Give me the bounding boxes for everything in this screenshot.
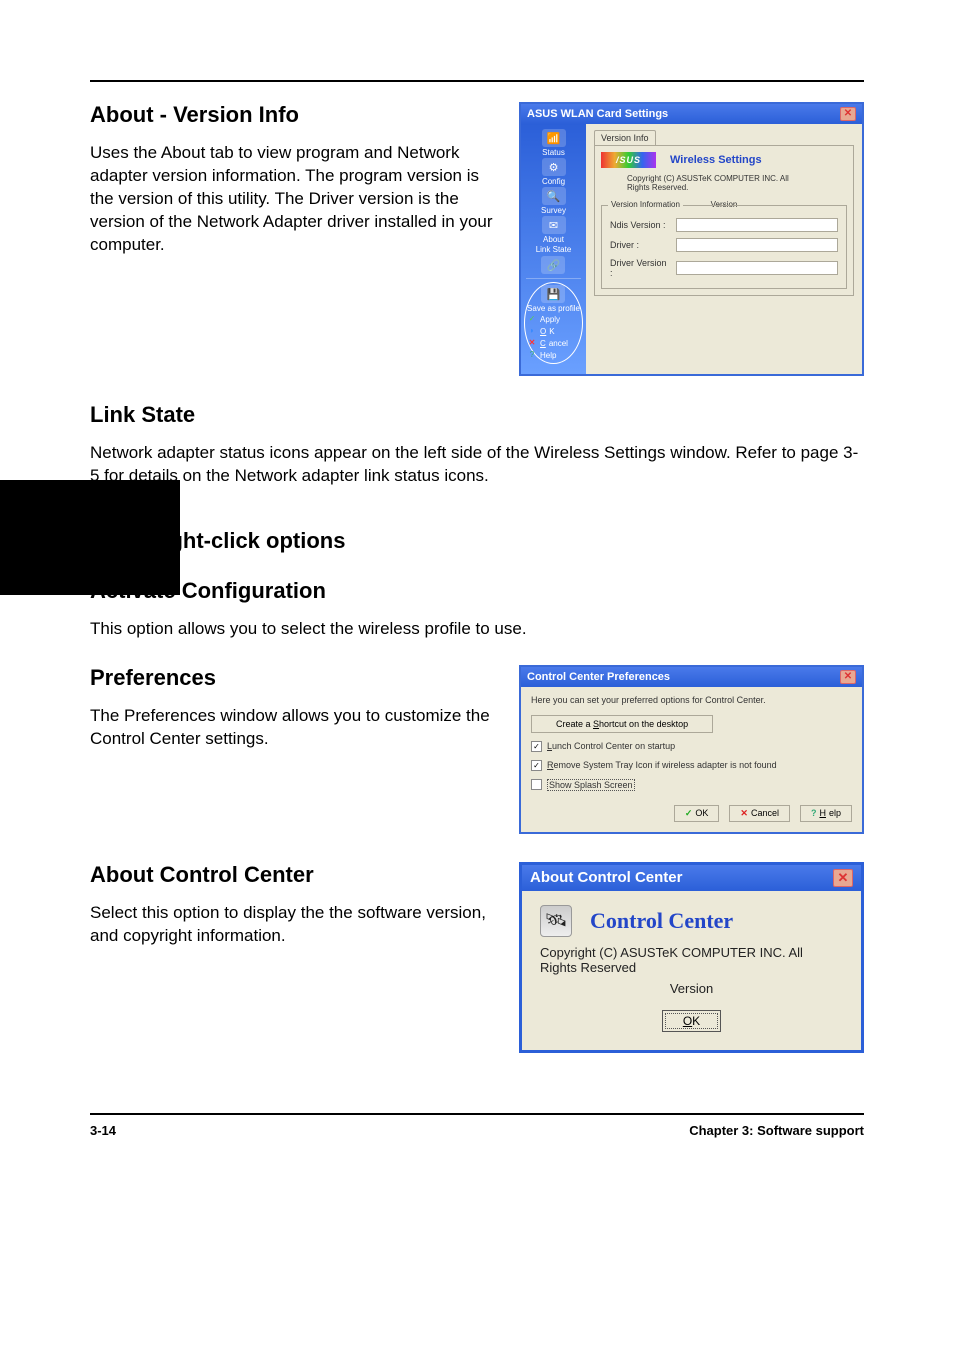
control-center-icon: 🛰 <box>540 905 572 937</box>
close-icon[interactable]: ✕ <box>833 869 853 887</box>
activate-heading: Activate Configuration <box>90 578 864 604</box>
save-icon: 💾 <box>541 285 565 303</box>
header-rule <box>90 80 864 82</box>
preferences-window: Control Center Preferences ✕ Here you ca… <box>519 665 864 834</box>
page-number: 3-14 <box>90 1123 116 1138</box>
sidebar-item-about[interactable]: ✉About <box>542 216 566 244</box>
cancel-button[interactable]: ✕Cancel <box>729 805 790 822</box>
win1-sidebar: 📶Status ⚙Config 🔍Survey ✉About Link Stat… <box>521 124 586 374</box>
ndis-label: Ndis Version : <box>610 220 670 230</box>
ok-button[interactable]: ✓OK <box>674 805 720 822</box>
other-options-heading: Other right-click options <box>90 528 864 554</box>
link-state-text: Network adapter status icons appear on t… <box>90 442 864 488</box>
wlan-settings-window: ASUS WLAN Card Settings ✕ 📶Status ⚙Confi… <box>519 102 864 376</box>
link-state-heading: Link State <box>90 402 864 428</box>
about-text: Uses the About tab to view program and N… <box>90 142 497 257</box>
help-button[interactable]: ?Help <box>800 805 852 822</box>
save-profile-btn[interactable]: 💾Save as profile <box>527 285 580 313</box>
preferences-text: The Preferences window allows you to cus… <box>90 705 497 751</box>
version-info-fieldset: Version Information Ndis Version : Drive… <box>601 205 847 289</box>
win3-title: About Control Center <box>530 869 682 886</box>
win3-titlebar: About Control Center ✕ <box>522 865 861 891</box>
survey-icon: 🔍 <box>542 187 566 205</box>
checkbox-icon[interactable]: ✓ <box>531 741 542 752</box>
win1-copyright: Copyright (C) ASUSTeK COMPUTER INC. All … <box>627 174 807 192</box>
close-icon[interactable]: ✕ <box>840 107 856 121</box>
sidebar-item-config[interactable]: ⚙Config <box>542 158 566 186</box>
driver-ver-input <box>676 261 838 275</box>
ok-btn[interactable]: ◗OK <box>527 325 580 337</box>
config-icon: ⚙ <box>542 158 566 176</box>
footer: 3-14 Chapter 3: Software support <box>90 1123 864 1138</box>
launch-checkbox-row[interactable]: ✓Lunch Control Center on startup <box>531 741 852 752</box>
splash-checkbox-row[interactable]: Show Splash Screen <box>531 779 852 791</box>
win1-titlebar: ASUS WLAN Card Settings ✕ <box>521 104 862 124</box>
ok-button[interactable]: OK <box>662 1010 721 1032</box>
about-heading: About - Version Info <box>90 102 497 128</box>
preferences-heading: Preferences <box>90 665 497 691</box>
wireless-settings-label: Wireless Settings <box>670 154 762 166</box>
cancel-btn[interactable]: ✕Cancel <box>527 337 580 349</box>
cc-title: Control Center <box>590 908 733 934</box>
driver-ver-label: Driver Version : <box>610 258 670 278</box>
status-icon: 📶 <box>542 129 566 147</box>
sidebar-bottom-group: 💾Save as profile ✓Apply ◗OK ✕Cancel ?Hel… <box>524 282 583 364</box>
driver-input <box>676 238 838 252</box>
sidebar-item-survey[interactable]: 🔍Survey <box>541 187 566 215</box>
win3-version: Version <box>540 981 843 996</box>
win2-intro: Here you can set your preferred options … <box>531 695 852 705</box>
win1-title: ASUS WLAN Card Settings <box>527 108 668 120</box>
driver-label: Driver : <box>610 240 670 250</box>
create-shortcut-button[interactable]: Create a Shortcut on the desktop <box>531 715 713 733</box>
sidebar-item-status[interactable]: 📶Status <box>542 129 566 157</box>
ndis-input <box>676 218 838 232</box>
activate-text: This option allows you to select the wir… <box>90 618 864 641</box>
document-page: About - Version Info Uses the About tab … <box>0 0 954 1198</box>
checkbox-icon[interactable] <box>531 779 542 790</box>
help-btn[interactable]: ?Help <box>527 349 580 361</box>
win2-titlebar: Control Center Preferences ✕ <box>521 667 862 687</box>
side-black-tab <box>0 480 180 595</box>
link-state-icon: 🔗 <box>541 256 565 274</box>
sidebar-link-state: Link State🔗 <box>536 245 572 275</box>
about-cc-text: Select this option to display the the so… <box>90 902 497 948</box>
close-icon[interactable]: ✕ <box>840 670 856 684</box>
chapter-label: Chapter 3: Software support <box>689 1123 864 1138</box>
apply-btn[interactable]: ✓Apply <box>527 313 580 325</box>
version-info-tab[interactable]: Version Info <box>594 130 656 146</box>
footer-rule <box>90 1113 864 1115</box>
remove-tray-checkbox-row[interactable]: ✓Remove System Tray Icon if wireless ada… <box>531 760 852 771</box>
about-cc-heading: About Control Center <box>90 862 497 888</box>
win2-title: Control Center Preferences <box>527 671 670 683</box>
about-cc-window: About Control Center ✕ 🛰 Control Center … <box>519 862 864 1053</box>
about-icon: ✉ <box>542 216 566 234</box>
checkbox-icon[interactable]: ✓ <box>531 760 542 771</box>
fieldset-legend: Version Information <box>608 200 683 209</box>
asus-logo: /SUS <box>601 152 656 168</box>
win3-copyright: Copyright (C) ASUSTeK COMPUTER INC. All … <box>540 945 843 975</box>
